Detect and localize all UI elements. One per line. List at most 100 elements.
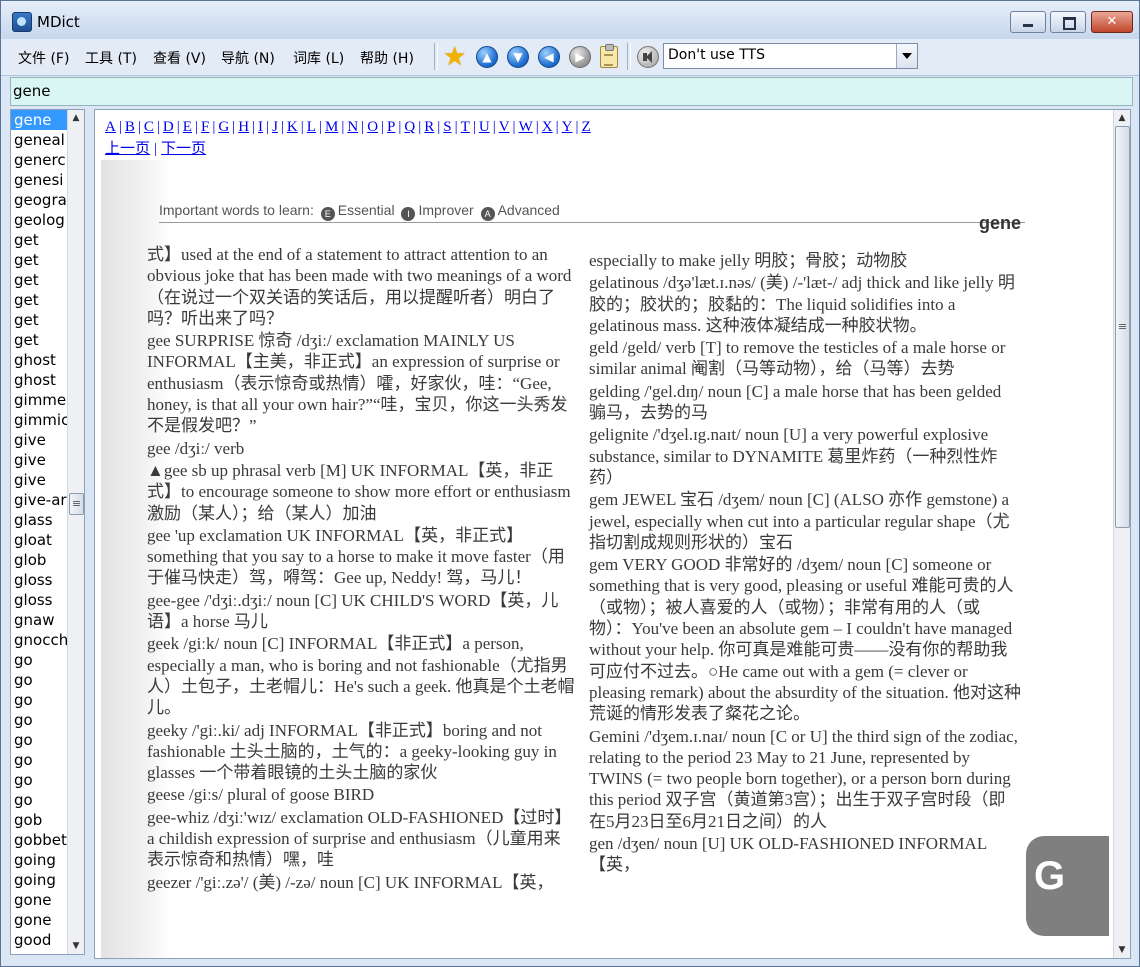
arrow-right-icon[interactable]: ▶ xyxy=(569,46,591,68)
letter-link[interactable]: R xyxy=(424,119,434,135)
letter-link[interactable]: Q xyxy=(404,119,415,135)
list-item[interactable]: gloss xyxy=(11,590,68,610)
scroll-down-icon[interactable]: ▼ xyxy=(68,938,84,954)
list-item[interactable]: gnocch xyxy=(11,630,68,650)
maximize-button[interactable] xyxy=(1050,11,1086,33)
letter-link[interactable]: A xyxy=(105,119,116,135)
search-input[interactable] xyxy=(13,80,1123,102)
menu-navigate[interactable]: 导航 (N) xyxy=(221,48,275,68)
list-item[interactable]: gimmic xyxy=(11,410,68,430)
list-item[interactable]: go xyxy=(11,750,68,770)
dictionary-entry: especially to make jelly 明胶；骨胶；动物胶 xyxy=(589,251,908,270)
chevron-down-icon[interactable] xyxy=(896,44,917,68)
list-item[interactable]: get xyxy=(11,290,68,310)
letter-link[interactable]: Y xyxy=(562,119,573,135)
letter-link[interactable]: P xyxy=(387,119,395,135)
list-item[interactable]: gnaw xyxy=(11,610,68,630)
list-item[interactable]: go xyxy=(11,790,68,810)
minimize-button[interactable] xyxy=(1010,11,1046,33)
letter-link[interactable]: H xyxy=(238,119,249,135)
word-list-scrollbar[interactable]: ▲ ▼ xyxy=(67,110,84,954)
list-item[interactable]: generc xyxy=(11,150,68,170)
list-item[interactable]: gobbet xyxy=(11,830,68,850)
letter-link[interactable]: E xyxy=(183,119,192,135)
scroll-up-icon[interactable]: ▲ xyxy=(68,110,84,126)
scroll-thumb[interactable] xyxy=(69,493,84,515)
pane-splitter[interactable] xyxy=(85,109,92,957)
letter-link[interactable]: U xyxy=(479,119,490,135)
menu-help[interactable]: 帮助 (H) xyxy=(360,48,414,68)
list-item[interactable]: go xyxy=(11,730,68,750)
letter-link[interactable]: F xyxy=(201,119,209,135)
list-item[interactable]: good xyxy=(11,930,68,950)
speaker-icon[interactable] xyxy=(637,46,659,68)
list-item[interactable]: geogra xyxy=(11,190,68,210)
star-icon[interactable]: ★ xyxy=(443,44,469,70)
scroll-down-icon[interactable]: ▼ xyxy=(1114,942,1130,958)
list-item[interactable]: get xyxy=(11,250,68,270)
list-item[interactable]: go xyxy=(11,770,68,790)
list-item[interactable]: give-ar xyxy=(11,490,68,510)
list-item[interactable]: glass xyxy=(11,510,68,530)
list-item[interactable]: geolog xyxy=(11,210,68,230)
list-item[interactable]: gloat xyxy=(11,530,68,550)
letter-link[interactable]: V xyxy=(499,119,510,135)
menu-tools[interactable]: 工具 (T) xyxy=(85,48,137,68)
prev-page-link[interactable]: 上一页 xyxy=(105,141,150,157)
list-item[interactable]: ghost xyxy=(11,370,68,390)
letter-link[interactable]: L xyxy=(307,119,316,135)
next-page-link[interactable]: 下一页 xyxy=(161,141,206,157)
letter-link[interactable]: T xyxy=(461,119,470,135)
list-item[interactable]: go xyxy=(11,650,68,670)
list-item[interactable]: go xyxy=(11,710,68,730)
arrow-up-icon[interactable]: ▲ xyxy=(476,46,498,68)
letter-link[interactable]: M xyxy=(325,119,338,135)
list-item[interactable]: geneal xyxy=(11,130,68,150)
list-item[interactable]: going xyxy=(11,870,68,890)
letter-link[interactable]: Z xyxy=(581,119,590,135)
scroll-up-icon[interactable]: ▲ xyxy=(1114,110,1130,126)
letter-link[interactable]: X xyxy=(542,119,553,135)
list-item[interactable]: gone xyxy=(11,890,68,910)
letter-link[interactable]: K xyxy=(287,119,298,135)
list-item[interactable]: get xyxy=(11,270,68,290)
menu-file[interactable]: 文件 (F) xyxy=(18,48,69,68)
letter-link[interactable]: D xyxy=(163,119,174,135)
list-item[interactable]: get xyxy=(11,310,68,330)
letter-link[interactable]: B xyxy=(125,119,135,135)
list-item[interactable]: gloss xyxy=(11,570,68,590)
list-item[interactable]: ghost xyxy=(11,350,68,370)
scroll-thumb[interactable] xyxy=(1115,126,1130,528)
content-scrollbar[interactable]: ▲ ▼ xyxy=(1113,110,1130,958)
list-item[interactable]: give xyxy=(11,430,68,450)
clipboard-icon[interactable] xyxy=(600,44,618,68)
list-item[interactable]: go xyxy=(11,690,68,710)
tts-select[interactable]: Don't use TTS xyxy=(663,43,918,69)
list-item[interactable]: gimme xyxy=(11,390,68,410)
arrow-left-icon[interactable]: ◀ xyxy=(538,46,560,68)
menu-view[interactable]: 查看 (V) xyxy=(153,48,206,68)
letter-link[interactable]: I xyxy=(258,119,263,135)
list-item[interactable]: going xyxy=(11,850,68,870)
list-item[interactable]: get xyxy=(11,330,68,350)
list-item[interactable]: gone xyxy=(11,910,68,930)
close-button[interactable]: ✕ xyxy=(1091,11,1133,33)
letter-link[interactable]: S xyxy=(443,119,451,135)
letter-link[interactable]: O xyxy=(367,119,378,135)
letter-link[interactable]: C xyxy=(144,119,154,135)
list-item[interactable]: go xyxy=(11,670,68,690)
letter-link[interactable]: W xyxy=(519,119,533,135)
arrow-down-icon[interactable]: ▼ xyxy=(507,46,529,68)
letter-link[interactable]: J xyxy=(272,119,278,135)
list-item[interactable]: glob xyxy=(11,550,68,570)
list-item[interactable]: genesi xyxy=(11,170,68,190)
list-item[interactable]: gob xyxy=(11,810,68,830)
list-item[interactable]: give xyxy=(11,450,68,470)
list-item[interactable]: get xyxy=(11,230,68,250)
letter-link[interactable]: N xyxy=(347,119,358,135)
letter-link[interactable]: G xyxy=(218,119,229,135)
menu-library[interactable]: 词库 (L) xyxy=(293,48,344,68)
nav-divider: | xyxy=(512,119,516,135)
list-item[interactable]: give xyxy=(11,470,68,490)
list-item[interactable]: gene xyxy=(11,110,68,130)
